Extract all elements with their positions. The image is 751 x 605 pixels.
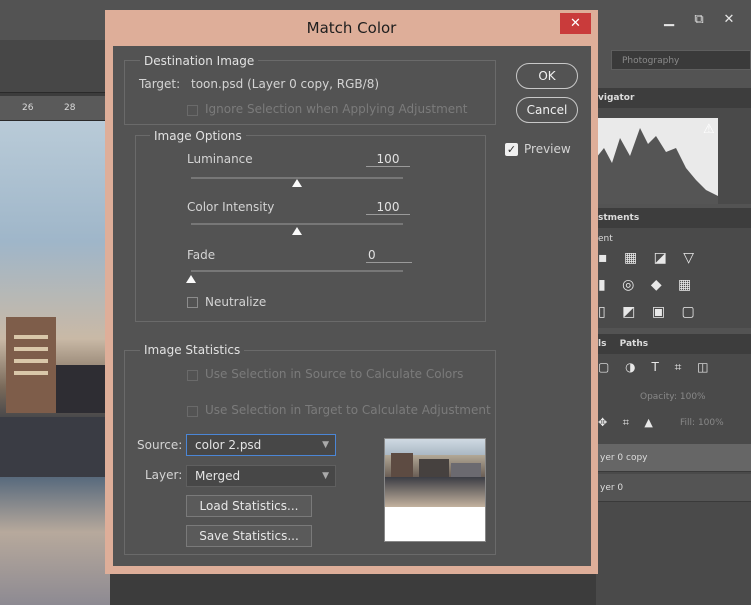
close-icon[interactable]: ✕ xyxy=(560,13,591,34)
target-value: toon.psd (Layer 0 copy, RGB/8) xyxy=(191,77,380,91)
minimize-icon[interactable]: ▁ xyxy=(656,10,682,30)
preview-checkbox[interactable]: ✓ xyxy=(505,143,518,156)
layer-row[interactable]: yer 0 xyxy=(596,474,751,502)
histogram-graph xyxy=(596,128,718,204)
fade-slider-thumb[interactable] xyxy=(186,275,196,283)
source-label: Source: xyxy=(137,438,183,452)
adjustment-icons-row-2[interactable]: ▮ ◎ ◆ ▦ xyxy=(598,277,697,293)
preview-label: Preview xyxy=(524,142,571,156)
target-label: Target: xyxy=(139,77,181,91)
color-intensity-value[interactable]: 100 xyxy=(366,200,410,215)
workspace-select[interactable]: Photography xyxy=(611,50,751,70)
chevron-down-icon: ▼ xyxy=(322,440,329,450)
ruler-tick: 28 xyxy=(64,103,76,113)
color-intensity-slider[interactable] xyxy=(191,223,403,225)
adjustments-tab[interactable]: stments xyxy=(596,208,751,228)
luminance-slider-thumb[interactable] xyxy=(292,179,302,187)
dialog-title: Match Color xyxy=(306,19,397,37)
navigator-tab[interactable]: vigator xyxy=(596,88,751,108)
horizontal-ruler: 26 28 xyxy=(0,96,110,121)
color-intensity-slider-thumb[interactable] xyxy=(292,227,302,235)
destination-title: Destination Image xyxy=(140,54,259,68)
fade-label: Fade xyxy=(187,248,216,262)
layer-select-value: Merged xyxy=(195,469,241,483)
chevron-down-icon: ▼ xyxy=(322,471,329,481)
neutralize-label: Neutralize xyxy=(205,295,267,309)
paths-tab[interactable]: Paths xyxy=(620,339,649,349)
layer-row[interactable]: yer 0 copy xyxy=(596,444,751,472)
source-thumbnail xyxy=(384,438,486,542)
save-statistics-button[interactable]: Save Statistics... xyxy=(186,525,312,547)
load-statistics-button[interactable]: Load Statistics... xyxy=(186,495,312,517)
source-select[interactable]: color 2.psd ▼ xyxy=(186,434,336,456)
opacity-field[interactable]: Opacity: 100% xyxy=(640,392,706,402)
document-canvas[interactable] xyxy=(0,121,110,605)
layer-label: Layer: xyxy=(145,468,183,482)
ruler-tick: 26 xyxy=(22,103,34,113)
ignore-selection-label: Ignore Selection when Applying Adjustmen… xyxy=(205,102,468,116)
luminance-value[interactable]: 100 xyxy=(366,152,410,167)
luminance-label: Luminance xyxy=(187,152,253,166)
adjustment-icons-row-1[interactable]: ▪ ▦ ◪ ▽ xyxy=(598,250,700,266)
layers-tabs: ls Paths xyxy=(596,334,751,354)
ignore-selection-checkbox[interactable] xyxy=(187,105,198,116)
fill-field[interactable]: Fill: 100% xyxy=(680,418,724,428)
use-target-selection-checkbox[interactable] xyxy=(187,406,198,417)
bridge xyxy=(56,365,110,413)
restore-icon[interactable]: ⧉ xyxy=(686,10,712,30)
lock-icons[interactable]: ✥ ⌗ ▲ xyxy=(598,416,659,430)
layer-select[interactable]: Merged ▼ xyxy=(186,465,336,487)
fade-value[interactable]: 0 xyxy=(366,248,412,263)
image-statistics-title: Image Statistics xyxy=(140,343,245,357)
adjustment-icons-row-3[interactable]: ▯ ◩ ▣ ▢ xyxy=(598,304,701,320)
neutralize-checkbox[interactable] xyxy=(187,297,198,308)
ok-button[interactable]: OK xyxy=(516,63,578,89)
adjustments-subtitle: ent xyxy=(598,234,613,244)
layers-tab[interactable]: ls xyxy=(598,339,606,349)
image-options-title: Image Options xyxy=(150,129,246,143)
building xyxy=(6,317,56,413)
layer-filter-icons[interactable]: ▢ ◑ T ⌗ ◫ xyxy=(598,360,715,375)
cancel-button[interactable]: Cancel xyxy=(516,97,578,123)
color-intensity-label: Color Intensity xyxy=(187,200,275,214)
use-source-selection-checkbox[interactable] xyxy=(187,370,198,381)
fade-slider[interactable] xyxy=(191,270,403,272)
use-target-selection-label: Use Selection in Target to Calculate Adj… xyxy=(205,403,491,417)
warning-icon[interactable]: ⚠ xyxy=(703,122,715,137)
use-source-selection-label: Use Selection in Source to Calculate Col… xyxy=(205,367,464,381)
window-close-icon[interactable]: ✕ xyxy=(716,10,742,30)
source-select-value: color 2.psd xyxy=(195,438,262,452)
water-reflection xyxy=(0,417,110,477)
histogram xyxy=(596,118,718,204)
